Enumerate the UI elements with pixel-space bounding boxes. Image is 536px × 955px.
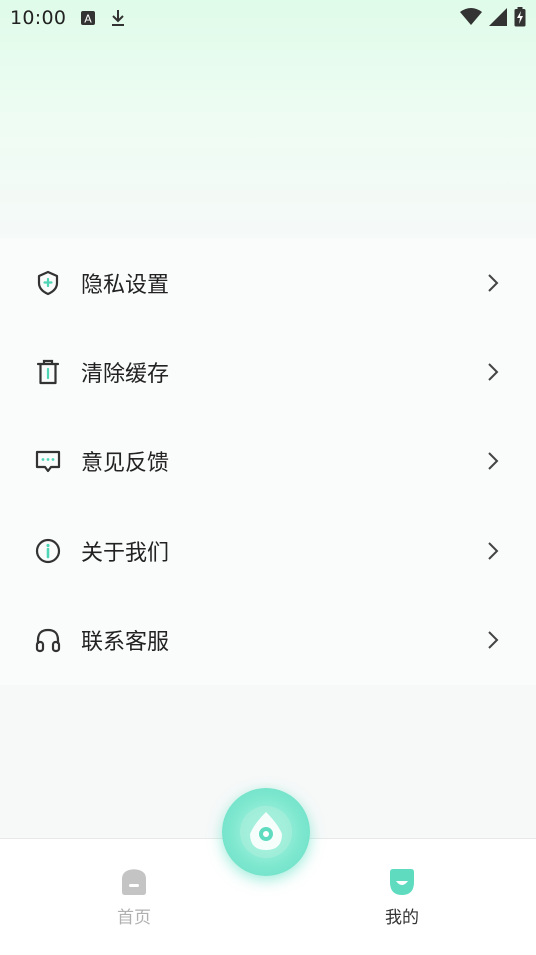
menu-item-feedback[interactable]: 意见反馈	[0, 416, 536, 507]
tab-home[interactable]: 首页	[94, 867, 174, 928]
trash-icon	[36, 359, 60, 385]
menu-item-label: 关于我们	[81, 540, 170, 566]
status-time: 10:00	[10, 7, 67, 29]
download-icon	[112, 10, 125, 26]
battery-charging-icon	[514, 7, 526, 27]
tab-mine[interactable]: 我的	[362, 867, 442, 928]
smile-face-icon	[390, 869, 414, 895]
notification-icons: A	[80, 9, 126, 27]
center-logo-icon	[240, 806, 292, 858]
chevron-right-icon	[488, 452, 499, 471]
menu-item-contact-support[interactable]: 联系客服	[0, 595, 536, 685]
menu-item-label: 隐私设置	[81, 272, 170, 298]
wifi-icon	[460, 8, 482, 25]
signal-icon	[489, 8, 507, 26]
center-action-button[interactable]	[222, 788, 310, 876]
chevron-right-icon	[488, 273, 499, 292]
home-icon	[122, 869, 146, 895]
chevron-right-icon	[488, 631, 499, 649]
status-bar: 10:00 A	[0, 0, 536, 36]
chevron-right-icon	[488, 363, 499, 381]
menu-item-label: 联系客服	[81, 630, 170, 656]
menu-item-clear-cache[interactable]: 清除缓存	[0, 327, 536, 417]
svg-text:A: A	[85, 13, 93, 26]
headphones-icon	[35, 629, 61, 653]
text-a-icon: A	[81, 11, 96, 26]
settings-menu: 隐私设置 清除缓存 意见反馈 关于我们 联系客服	[0, 238, 536, 685]
system-icons	[460, 7, 526, 27]
menu-item-label: 清除缓存	[81, 362, 170, 388]
shield-icon	[37, 270, 59, 295]
menu-item-privacy-settings[interactable]: 隐私设置	[0, 238, 536, 328]
menu-item-label: 意见反馈	[81, 451, 170, 477]
tab-home-label: 首页	[117, 908, 151, 928]
info-icon	[35, 538, 61, 563]
menu-item-about-us[interactable]: 关于我们	[0, 506, 536, 596]
message-icon	[35, 451, 61, 473]
header-gradient	[0, 0, 536, 260]
chevron-right-icon	[488, 542, 499, 560]
tab-mine-label: 我的	[385, 908, 419, 928]
